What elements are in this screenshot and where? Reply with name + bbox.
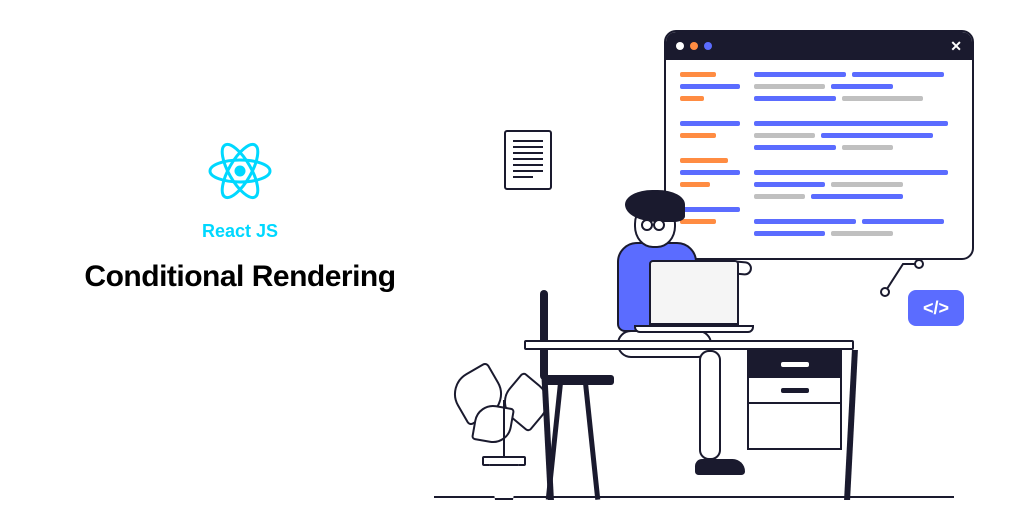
react-logo-icon xyxy=(205,140,275,207)
traffic-light-dot xyxy=(690,42,698,50)
window-title-bar: ✕ xyxy=(666,32,972,60)
code-tag-icon: </> xyxy=(908,290,964,326)
tech-label: React JS xyxy=(40,221,440,242)
desk-scene xyxy=(484,180,884,500)
page-title: Conditional Rendering xyxy=(40,260,440,294)
laptop-graphic xyxy=(634,260,754,340)
hero-illustration: ✕ xyxy=(424,30,984,500)
desk-graphic xyxy=(524,340,854,350)
traffic-light-dot xyxy=(676,42,684,50)
close-icon: ✕ xyxy=(950,38,962,55)
drawer-graphic xyxy=(747,350,842,450)
traffic-light-dot xyxy=(704,42,712,50)
hero-text-block: React JS Conditional Rendering xyxy=(40,140,440,294)
